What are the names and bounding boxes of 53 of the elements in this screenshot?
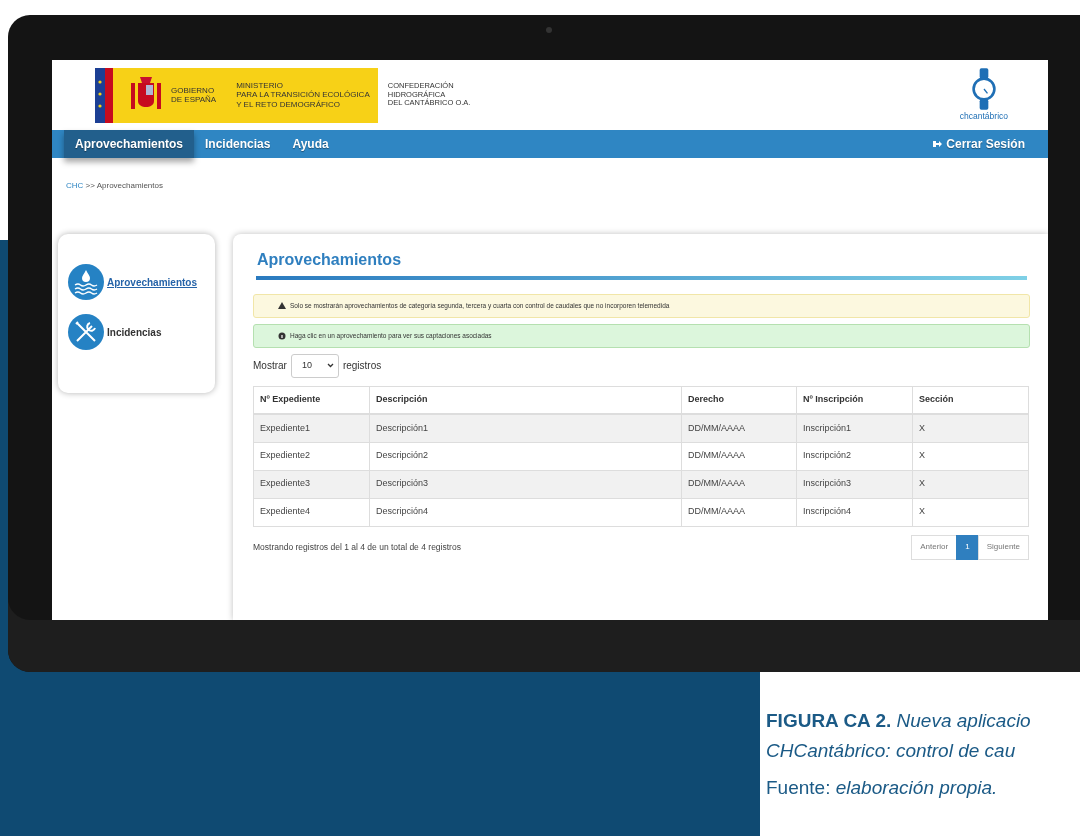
- government-text: GOBIERNO: [171, 85, 216, 95]
- caption-text: CHCantábrico: control de cau: [766, 739, 1017, 764]
- table-cell: Expediente3: [253, 470, 370, 498]
- previous-page-button[interactable]: Anterior: [911, 534, 958, 560]
- table-cell: Expediente4: [253, 498, 370, 526]
- length-label: Mostrar: [253, 359, 287, 373]
- sidebar-item[interactable]: Aprovechamientos: [68, 264, 205, 300]
- page-size-select[interactable]: 10: [290, 353, 339, 378]
- page-button[interactable]: 1: [956, 534, 979, 560]
- table-cell: Inscripción4: [796, 498, 913, 526]
- breadcrumb-separator: >>: [84, 181, 96, 190]
- table-cell: DD/MM/AAAA: [681, 414, 797, 442]
- sidebar-item[interactable]: Incidencias: [68, 314, 205, 350]
- warning-icon: [278, 301, 286, 310]
- page-title: Aprovechamientos: [257, 250, 403, 270]
- caption-text: FIGURA CA 2. Nueva aplicacio: [766, 709, 1031, 733]
- table-cell: Expediente2: [253, 442, 370, 470]
- chevron-down-icon: [326, 363, 334, 368]
- brand-text: chcantábrico: [959, 109, 1008, 123]
- ministry-text: PARA LA TRANSICIÓN ECOLÓGICA: [236, 90, 370, 100]
- water-meter-icon: [970, 67, 997, 110]
- table-info: Mostrando registros del 1 al 4 de un total de 4 registros: [253, 540, 461, 554]
- table-cell: Descripción2: [369, 442, 682, 470]
- table-cell: Inscripción2: [796, 442, 913, 470]
- table-cell: X: [912, 498, 1029, 526]
- source-text: Fuente: elaboración propia.: [766, 775, 999, 800]
- wrench-screwdriver-icon: [68, 314, 104, 350]
- info-icon: [278, 331, 286, 340]
- nav-tab[interactable]: Aprovechamientos: [64, 130, 195, 158]
- logout-icon: [933, 140, 943, 148]
- government-text: DE ESPAÑA: [171, 95, 217, 105]
- nav-tab[interactable]: Ayuda: [281, 130, 340, 158]
- logout-button[interactable]: Cerrar Sesión: [922, 130, 1036, 158]
- table-cell: Inscripción1: [796, 414, 913, 442]
- table-cell: X: [912, 470, 1029, 498]
- table-cell: X: [912, 442, 1029, 470]
- water-drop-icon: [68, 264, 104, 300]
- table-cell: Descripción1: [369, 414, 682, 442]
- table-cell: Inscripción3: [796, 470, 913, 498]
- length-label: registros: [342, 359, 382, 373]
- ministry-text: Y EL RETO DEMOGRÁFICO: [236, 99, 342, 109]
- table-cell: DD/MM/AAAA: [681, 470, 797, 498]
- nav-tab[interactable]: Incidencias: [194, 130, 282, 158]
- table-cell: Expediente1: [253, 414, 370, 442]
- table-cell: Descripción3: [369, 470, 682, 498]
- table-cell: DD/MM/AAAA: [681, 498, 797, 526]
- breadcrumb-link[interactable]: CHC: [66, 181, 84, 190]
- next-page-button[interactable]: Siguiente: [977, 534, 1029, 560]
- ministry-text: MINISTERIO: [236, 81, 283, 91]
- breadcrumb-current: Aprovechamientos: [96, 181, 163, 190]
- table-cell: DD/MM/AAAA: [681, 442, 797, 470]
- table-cell: X: [912, 414, 1029, 442]
- table-cell: Descripción4: [369, 498, 682, 526]
